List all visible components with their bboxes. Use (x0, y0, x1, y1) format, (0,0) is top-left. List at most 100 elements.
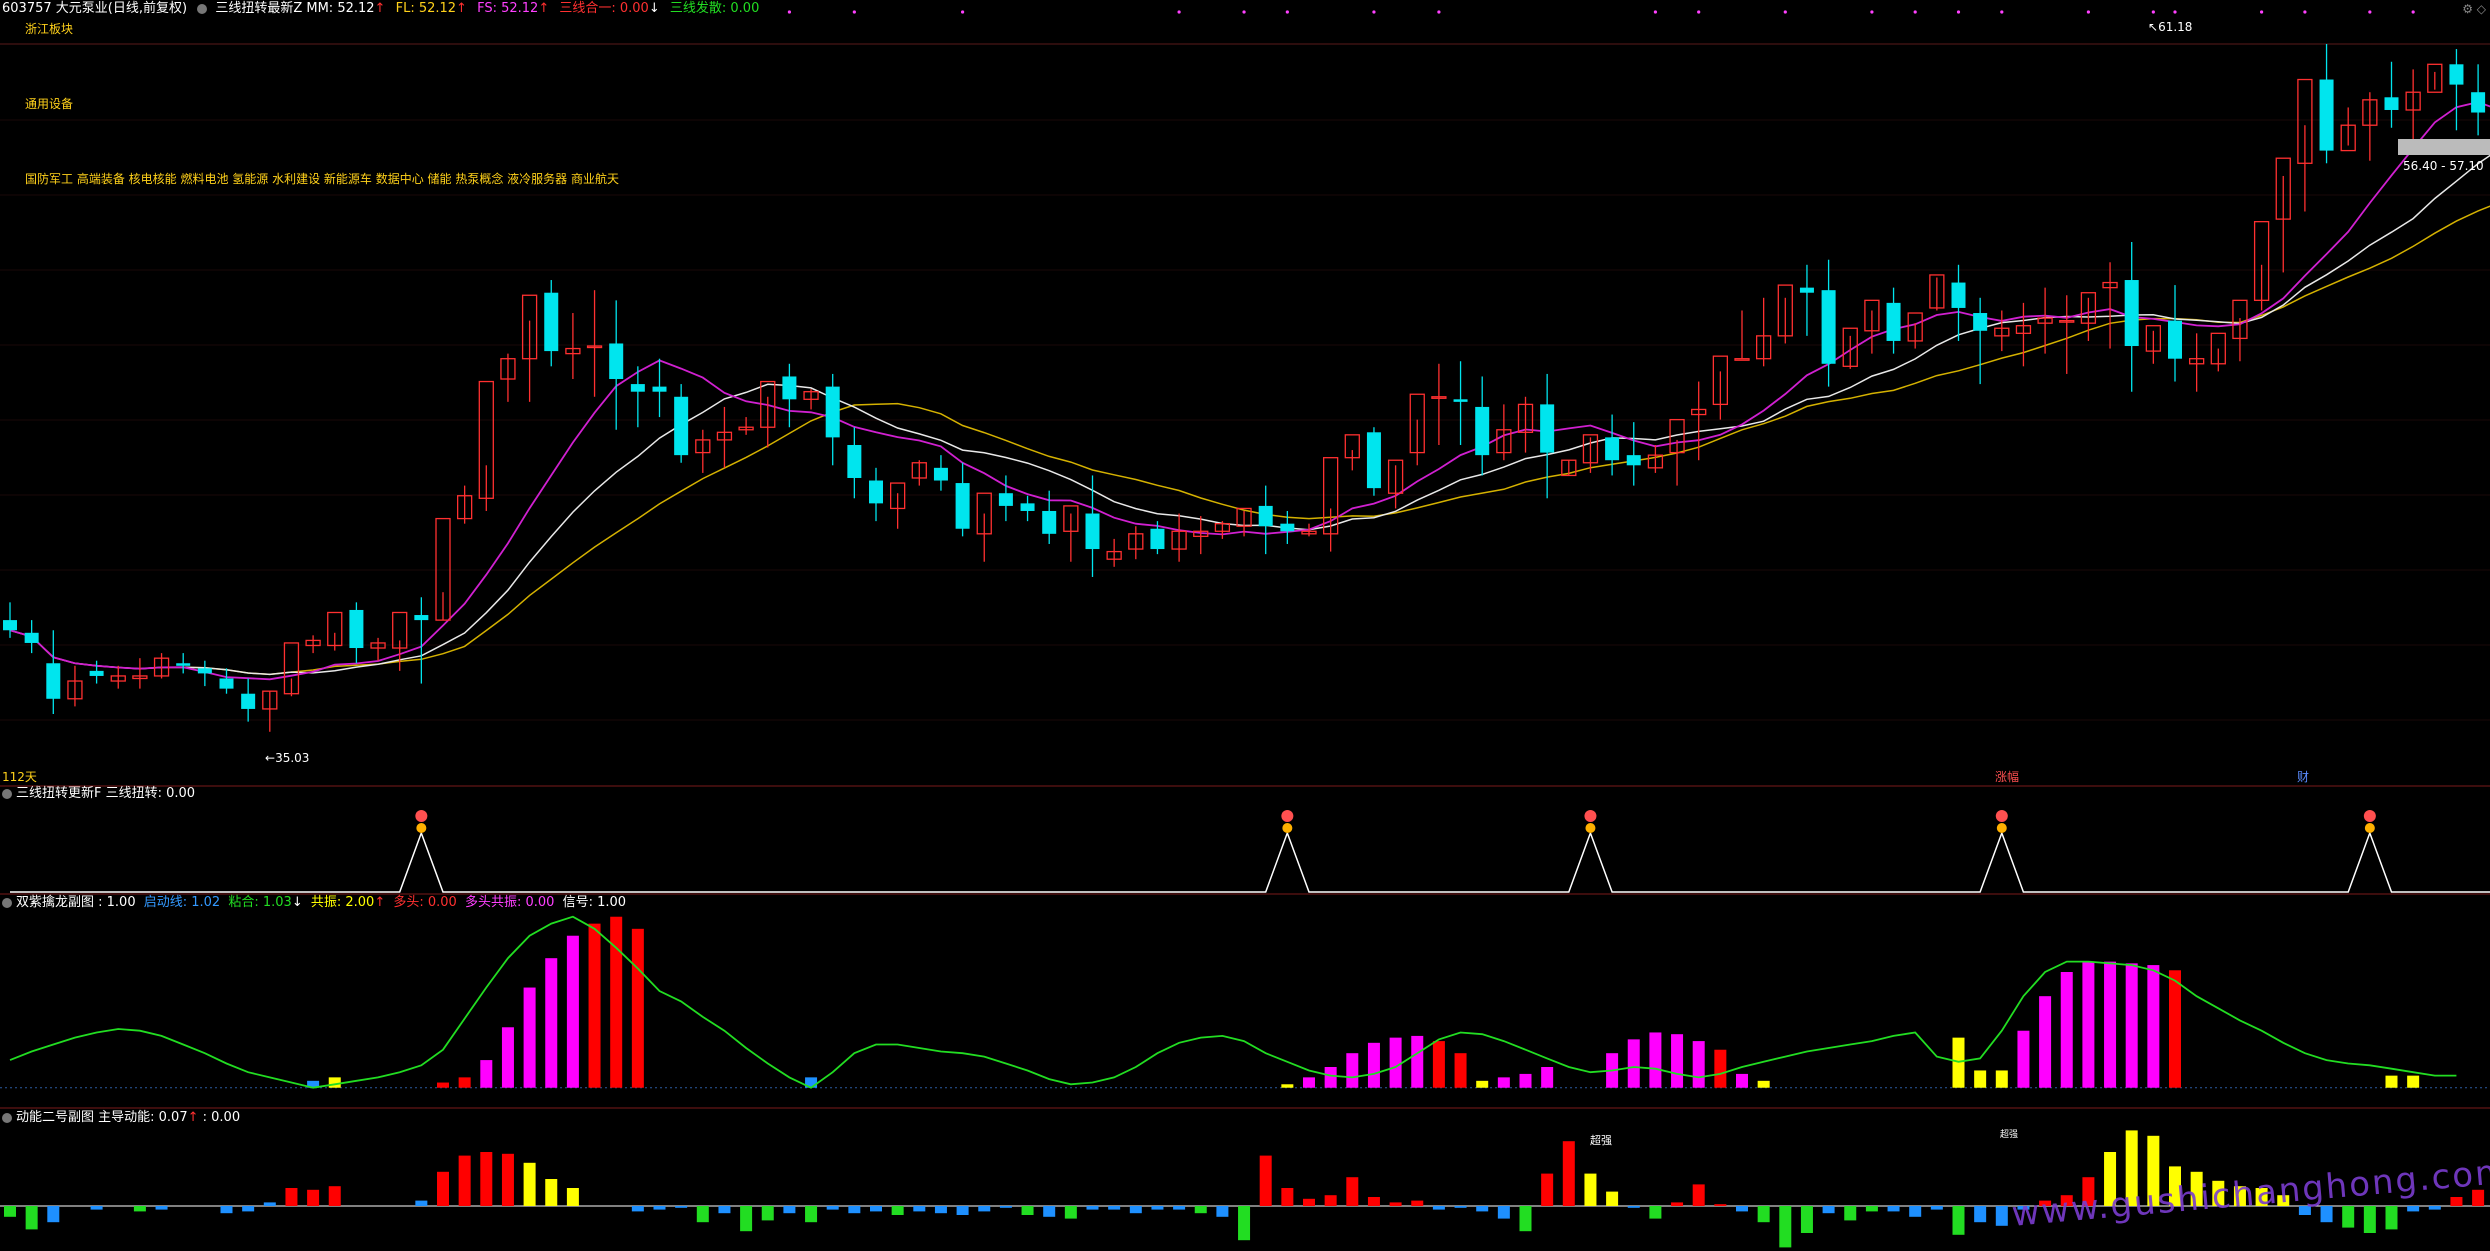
candle-body-down (1605, 437, 1620, 461)
momentum-bar (1865, 1206, 1878, 1212)
indicator-bar (1541, 1067, 1554, 1088)
main-header: 603757 大元泵业(日线,前复权) 三线扭转最新Z MM: 52.12↑ F… (2, 1, 759, 17)
indicator-bar (1454, 1053, 1467, 1088)
panel2-title[interactable]: 双紫擒龙副图 : 1.00 (16, 895, 136, 910)
momentum-bar (1411, 1200, 1424, 1206)
concept-boards[interactable]: 国防军工 高端装备 核电核能 燃料电池 氢能源 水利建设 新能源车 数据中心 储… (25, 172, 619, 186)
signal-dot (1783, 10, 1787, 14)
candle-body-down (46, 663, 61, 699)
momentum-bar (1736, 1206, 1748, 1212)
candle-body-down (1150, 528, 1165, 550)
signal-dot (1870, 10, 1874, 14)
ma-magenta-line (9, 101, 2490, 681)
indicator-bar (328, 1077, 341, 1088)
indicator-bar (1649, 1032, 1662, 1088)
momentum-bar (458, 1155, 471, 1206)
momentum-bar (653, 1206, 666, 1210)
signal-dot (1913, 10, 1917, 14)
low-price-label: ←35.03 (265, 751, 310, 765)
momentum-bar (25, 1206, 38, 1230)
momentum-bar (1909, 1206, 1922, 1217)
down-arrow-icon: ↓ (291, 895, 303, 910)
candle-body-down (955, 483, 970, 529)
indicator-bar (1367, 1042, 1380, 1088)
momentum-bar (1086, 1206, 1099, 1210)
indicator-name[interactable]: 三线扭转最新Z (215, 1, 302, 16)
momentum-bar (1324, 1195, 1337, 1206)
indicator-bar (1411, 1035, 1424, 1088)
indicator-bar (1714, 1049, 1727, 1088)
candle-body-down (349, 609, 364, 649)
candle-body-down (1258, 505, 1273, 527)
panel2-qidong: 启动线: 1.02 (143, 895, 221, 910)
candle-body-down (2168, 320, 2182, 359)
momentum-bar (1043, 1206, 1056, 1217)
momentum-bar (1584, 1173, 1597, 1206)
momentum-bar (1649, 1206, 1662, 1219)
indicator-bar (1389, 1037, 1402, 1088)
signal-dot (1653, 10, 1657, 14)
signal-flower-icon (416, 823, 427, 833)
momentum-bar (2385, 1206, 2398, 1230)
candle-body-down (609, 343, 624, 380)
signal-dot (1437, 10, 1441, 14)
momentum-bar (718, 1206, 731, 1214)
momentum-bar (1108, 1206, 1121, 1210)
candle-body-down (1280, 523, 1295, 532)
gear-icon[interactable] (2, 1112, 12, 1123)
event-marker-1[interactable]: 涨幅 (1995, 770, 2019, 784)
up-arrow-icon: ↑ (456, 1, 467, 16)
momentum-bar (826, 1206, 839, 1210)
region-board[interactable]: 浙江板块 (25, 22, 73, 36)
panel3-header: 动能二号副图 主导动能: 0.07↑ : 0.00 (2, 1110, 240, 1126)
momentum-bar (740, 1206, 753, 1232)
signal-dot (1697, 10, 1701, 14)
momentum-bar (1259, 1155, 1272, 1206)
candle-body-down (1042, 510, 1057, 534)
signal-dot (2173, 10, 2177, 14)
momentum-bar (90, 1206, 103, 1210)
panel2-duotou-gz: 多头共振: 0.00 (464, 895, 555, 910)
candle-body-down (1020, 503, 1035, 511)
event-marker-2[interactable]: 财 (2297, 770, 2309, 784)
candle-body-down (1626, 455, 1641, 466)
momentum-bar (891, 1206, 904, 1215)
settings-icon[interactable]: ⚙ ◇ (2462, 2, 2486, 16)
signal-dot (2260, 10, 2264, 14)
up-arrow-icon: ↑ (374, 1, 386, 16)
gear-icon[interactable] (2, 788, 12, 799)
momentum-bar (1281, 1188, 1294, 1206)
indicator-bar (437, 1082, 449, 1088)
days-label: 112天 (2, 770, 37, 784)
momentum-bar (1367, 1197, 1380, 1206)
indicator-bar (1519, 1073, 1532, 1088)
momentum-bar (1779, 1206, 1792, 1248)
gear-icon[interactable] (197, 3, 208, 14)
panel3-extra: : 0.00 (202, 1110, 241, 1125)
indicator-bar (1497, 1077, 1510, 1088)
momentum-bar (1541, 1173, 1554, 1206)
candle-body-down (1973, 313, 1988, 331)
candle-body-down (2449, 64, 2464, 85)
industry-board[interactable]: 通用设备 (25, 97, 73, 111)
indicator-bar (1757, 1080, 1770, 1088)
fs-value: FS: 52.12 (477, 1, 539, 16)
momentum-bar (1995, 1206, 2008, 1226)
gear-icon[interactable] (2, 897, 12, 908)
stock-code-name[interactable]: 603757 大元泵业(日线,前复权) (2, 1, 187, 16)
momentum-bar (4, 1206, 16, 1217)
panel1-title[interactable]: 三线扭转更新F 三线扭转: 0.00 (16, 786, 195, 801)
momentum-bar (2428, 1206, 2441, 1210)
panel3-strong-label-2: 超强 (2000, 1130, 2019, 1140)
indicator-bar (2169, 970, 2181, 1088)
momentum-bar (328, 1186, 341, 1206)
candle-body-down (241, 693, 256, 709)
indicator-bar (2039, 996, 2052, 1088)
momentum-bar (1476, 1206, 1489, 1212)
panel3-title[interactable]: 动能二号副图 主导动能: 0.07 (16, 1110, 188, 1125)
up-arrow-icon: ↑ (187, 1110, 199, 1125)
ma-yellow-line (9, 205, 2490, 676)
momentum-bar (1606, 1191, 1619, 1206)
momentum-bar (1930, 1206, 1943, 1210)
chart-canvas[interactable] (0, 0, 2490, 1251)
